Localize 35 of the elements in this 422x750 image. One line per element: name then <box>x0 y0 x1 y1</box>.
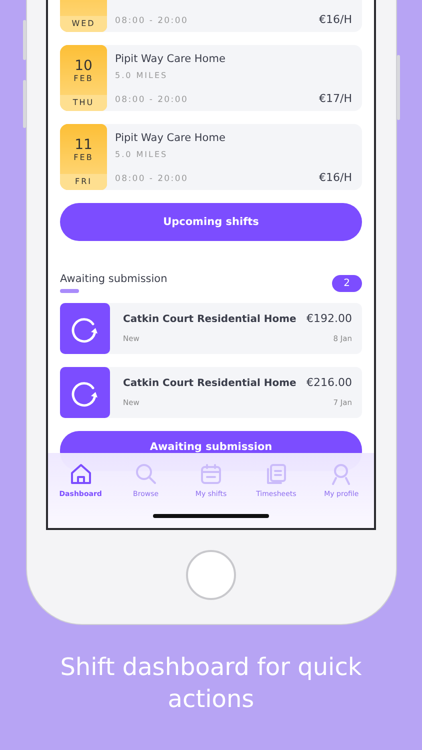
hourly-rate: €16/H <box>319 171 352 184</box>
month-label: FEB <box>74 152 94 162</box>
caption: Shift dashboard for quick actions <box>59 652 363 715</box>
weekday-label: THU <box>60 95 107 111</box>
house-icon <box>70 463 92 485</box>
search-icon <box>134 463 157 485</box>
care-home-name: Catkin Court Residential Home <box>123 314 296 325</box>
shift-card[interactable]: 11 FEB FRI Pipit Way Care Home 5.0 MILES 08:00 - 20:00 €16/H <box>60 124 362 190</box>
distance-label: 5.0 MILES <box>115 150 169 159</box>
shift-card[interactable]: 10 FEB THU Pipit Way Care Home 5.0 MILES 08:00 - 20:00 €17/H <box>60 45 362 111</box>
section-title: Awaiting submission <box>60 273 168 285</box>
person-icon <box>330 463 352 485</box>
weekday-label: FRI <box>60 174 107 190</box>
shift-card[interactable]: WED 08:00 - 20:00 €16/H <box>60 0 362 32</box>
amount-label: €216.00 <box>306 376 352 389</box>
shift-hours: 08:00 - 20:00 <box>115 16 188 26</box>
care-home-name: Pipit Way Care Home <box>115 53 226 66</box>
documents-icon <box>265 463 288 485</box>
month-label: FEB <box>74 74 94 82</box>
care-home-name: Pipit Way Care Home <box>115 132 226 145</box>
hourly-rate: €16/H <box>319 13 352 26</box>
count-badge: 2 <box>332 274 362 292</box>
shift-hours: 08:00 - 20:00 <box>115 174 188 184</box>
distance-label: 5.0 MILES <box>115 71 169 80</box>
upcoming-shifts-button[interactable]: Upcoming shifts <box>60 203 362 241</box>
hourly-rate: €17/H <box>319 92 352 105</box>
calendar-icon <box>200 463 222 485</box>
day-number: 11 <box>74 136 92 152</box>
weekday-label: WED <box>60 16 107 32</box>
care-home-name: Catkin Court Residential Home <box>123 378 296 389</box>
amount-label: €192.00 <box>306 312 352 325</box>
home-button[interactable] <box>186 550 236 600</box>
title-underline <box>60 289 79 293</box>
day-number: 10 <box>74 58 92 74</box>
shift-hours: 08:00 - 20:00 <box>115 95 188 105</box>
